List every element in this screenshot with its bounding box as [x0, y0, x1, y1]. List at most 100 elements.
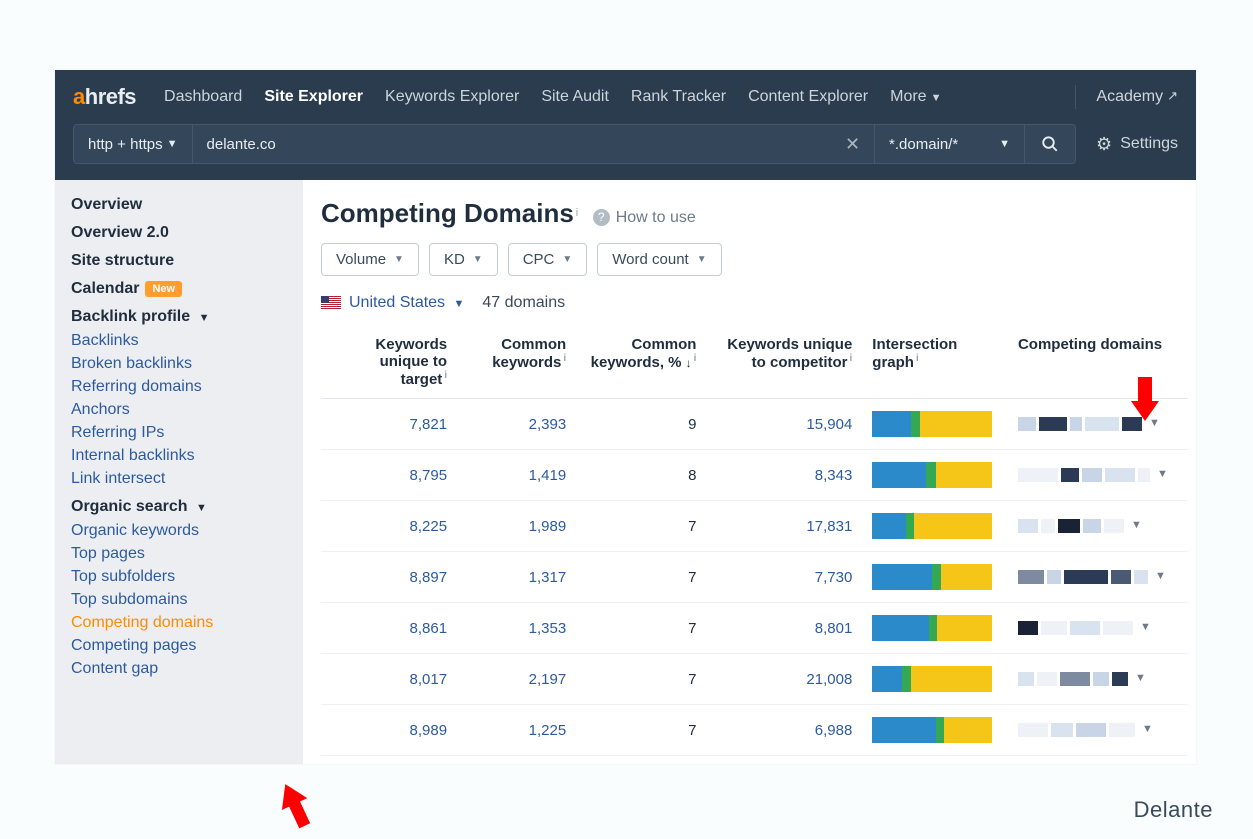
cell-competing-domain[interactable]: ▼	[1008, 399, 1188, 450]
sidebar-item[interactable]: Top pages	[71, 545, 303, 563]
cell: 7	[576, 552, 706, 603]
sidebar-section-organic[interactable]: Organic search ▼	[71, 498, 303, 516]
sidebar-item[interactable]: Top subfolders	[71, 568, 303, 586]
nav-item[interactable]: More▼	[890, 88, 941, 106]
col-intersection-graph[interactable]: Intersection graphi	[862, 326, 1008, 399]
cell-competing-domain[interactable]: ▼	[1008, 654, 1188, 705]
cell: 9	[576, 399, 706, 450]
caret-down-icon: ▼	[931, 92, 942, 104]
logo-a: a	[73, 84, 85, 109]
cell: 8	[576, 450, 706, 501]
info-icon[interactable]: i	[576, 207, 578, 219]
cell: 17,831	[706, 501, 862, 552]
cell: 7	[576, 501, 706, 552]
country-selector[interactable]: United States ▼	[321, 294, 464, 312]
nav-item[interactable]: Site Audit	[541, 88, 609, 106]
filter-button[interactable]: Volume▼	[321, 243, 419, 276]
cell: 2,393	[457, 399, 576, 450]
annotation-arrow	[275, 780, 315, 830]
sidebar-item[interactable]: Content gap	[71, 660, 303, 678]
sidebar-header-calendar[interactable]: CalendarNew	[71, 280, 303, 298]
caret-down-icon[interactable]: ▼	[1142, 723, 1153, 737]
cell-competing-domain[interactable]: ▼	[1008, 603, 1188, 654]
col-unique-competitor[interactable]: Keywords unique to competitori	[706, 326, 862, 399]
cell-competing-domain[interactable]: ▼	[1008, 552, 1188, 603]
nav-item[interactable]: Dashboard	[164, 88, 242, 106]
table-row[interactable]: 8,9891,22576,988▼	[321, 705, 1188, 756]
sidebar-item[interactable]: Referring IPs	[71, 424, 303, 442]
cell-competing-domain[interactable]: ▼	[1008, 450, 1188, 501]
nav-item[interactable]: Content Explorer	[748, 88, 868, 106]
cell: 1,353	[457, 603, 576, 654]
search-button[interactable]	[1025, 124, 1076, 164]
sidebar-header[interactable]: Overview 2.0	[71, 224, 303, 242]
cell-competing-domain[interactable]: ▼	[1008, 501, 1188, 552]
url-input[interactable]: delante.co ✕	[193, 124, 876, 164]
logo[interactable]: ahrefs	[73, 84, 136, 110]
cell-graph	[862, 450, 1008, 501]
mode-selector[interactable]: *.domain/*▼	[875, 124, 1025, 164]
sidebar-item[interactable]: Competing pages	[71, 637, 303, 655]
caret-down-icon[interactable]: ▼	[1157, 468, 1168, 482]
sidebar-section-backlink[interactable]: Backlink profile ▼	[71, 308, 303, 326]
nav-item[interactable]: Site Explorer	[264, 88, 363, 106]
filter-button[interactable]: KD▼	[429, 243, 498, 276]
table-row[interactable]: 8,2251,989717,831▼	[321, 501, 1188, 552]
col-unique-target[interactable]: Keywords unique to targeti	[321, 326, 457, 399]
col-common[interactable]: Common keywordsi	[457, 326, 576, 399]
clear-icon[interactable]: ✕	[845, 134, 860, 155]
body: Overview Overview 2.0 Site structure Calend…	[55, 180, 1196, 764]
table-row[interactable]: 8,7951,41988,343▼	[321, 450, 1188, 501]
cell: 7,821	[321, 399, 457, 450]
col-common-pct[interactable]: Common keywords, % ↓i	[576, 326, 706, 399]
cell: 21,008	[706, 654, 862, 705]
sidebar-item[interactable]: Backlinks	[71, 332, 303, 350]
cell: 8,795	[321, 450, 457, 501]
sidebar-item[interactable]: Competing domains	[71, 614, 303, 632]
table-row[interactable]: 8,8611,35378,801▼	[321, 603, 1188, 654]
sidebar-item[interactable]: Top subdomains	[71, 591, 303, 609]
nav-item[interactable]: Rank Tracker	[631, 88, 726, 106]
search-icon	[1041, 135, 1059, 153]
caret-down-icon: ▼	[999, 138, 1010, 150]
caret-down-icon: ▼	[562, 254, 572, 265]
sidebar-item[interactable]: Broken backlinks	[71, 355, 303, 373]
caret-down-icon[interactable]: ▼	[1131, 519, 1142, 533]
intersection-graph	[872, 615, 992, 641]
table-row[interactable]: 8,8971,31777,730▼	[321, 552, 1188, 603]
sidebar-item[interactable]: Anchors	[71, 401, 303, 419]
app-frame: ahrefs Dashboard Site Explorer Keywords Ex…	[55, 70, 1196, 764]
nav-item[interactable]: Keywords Explorer	[385, 88, 519, 106]
filter-button[interactable]: Word count▼	[597, 243, 721, 276]
caret-down-icon[interactable]: ▼	[1149, 417, 1160, 431]
meta-row: United States ▼ 47 domains	[321, 294, 1188, 312]
nav-academy[interactable]: Academy↗	[1096, 88, 1178, 106]
how-to-use-label: How to use	[616, 209, 696, 226]
caret-down-icon[interactable]: ▼	[1135, 672, 1146, 686]
table-row[interactable]: 7,8212,393915,904 ▼	[321, 399, 1188, 450]
caret-down-icon[interactable]: ▼	[1140, 621, 1151, 635]
cell: 15,904	[706, 399, 862, 450]
settings-link[interactable]: ⚙ Settings	[1096, 134, 1178, 155]
table-row[interactable]: 8,0172,197721,008▼	[321, 654, 1188, 705]
cell-graph	[862, 603, 1008, 654]
competing-domain-strip: ▼	[1018, 672, 1178, 686]
filter-button[interactable]: CPC▼	[508, 243, 588, 276]
sidebar-header[interactable]: Site structure	[71, 252, 303, 270]
sidebar-item[interactable]: Organic keywords	[71, 522, 303, 540]
col-competing-domains[interactable]: Competing domains	[1008, 326, 1188, 399]
cell: 1,317	[457, 552, 576, 603]
caret-down-icon: ▼	[199, 312, 210, 324]
protocol-selector[interactable]: http + https▼	[73, 124, 193, 164]
sidebar-item[interactable]: Referring domains	[71, 378, 303, 396]
sidebar-item[interactable]: Link intersect	[71, 470, 303, 488]
cell-graph	[862, 654, 1008, 705]
cell-competing-domain[interactable]: ▼	[1008, 705, 1188, 756]
how-to-use-link[interactable]: ?How to use	[593, 209, 696, 226]
filter-label: KD	[444, 251, 465, 268]
sidebar-header[interactable]: Overview	[71, 196, 303, 214]
sidebar-item[interactable]: Internal backlinks	[71, 447, 303, 465]
intersection-graph	[872, 462, 992, 488]
caret-down-icon[interactable]: ▼	[1155, 570, 1166, 584]
cell: 1,989	[457, 501, 576, 552]
